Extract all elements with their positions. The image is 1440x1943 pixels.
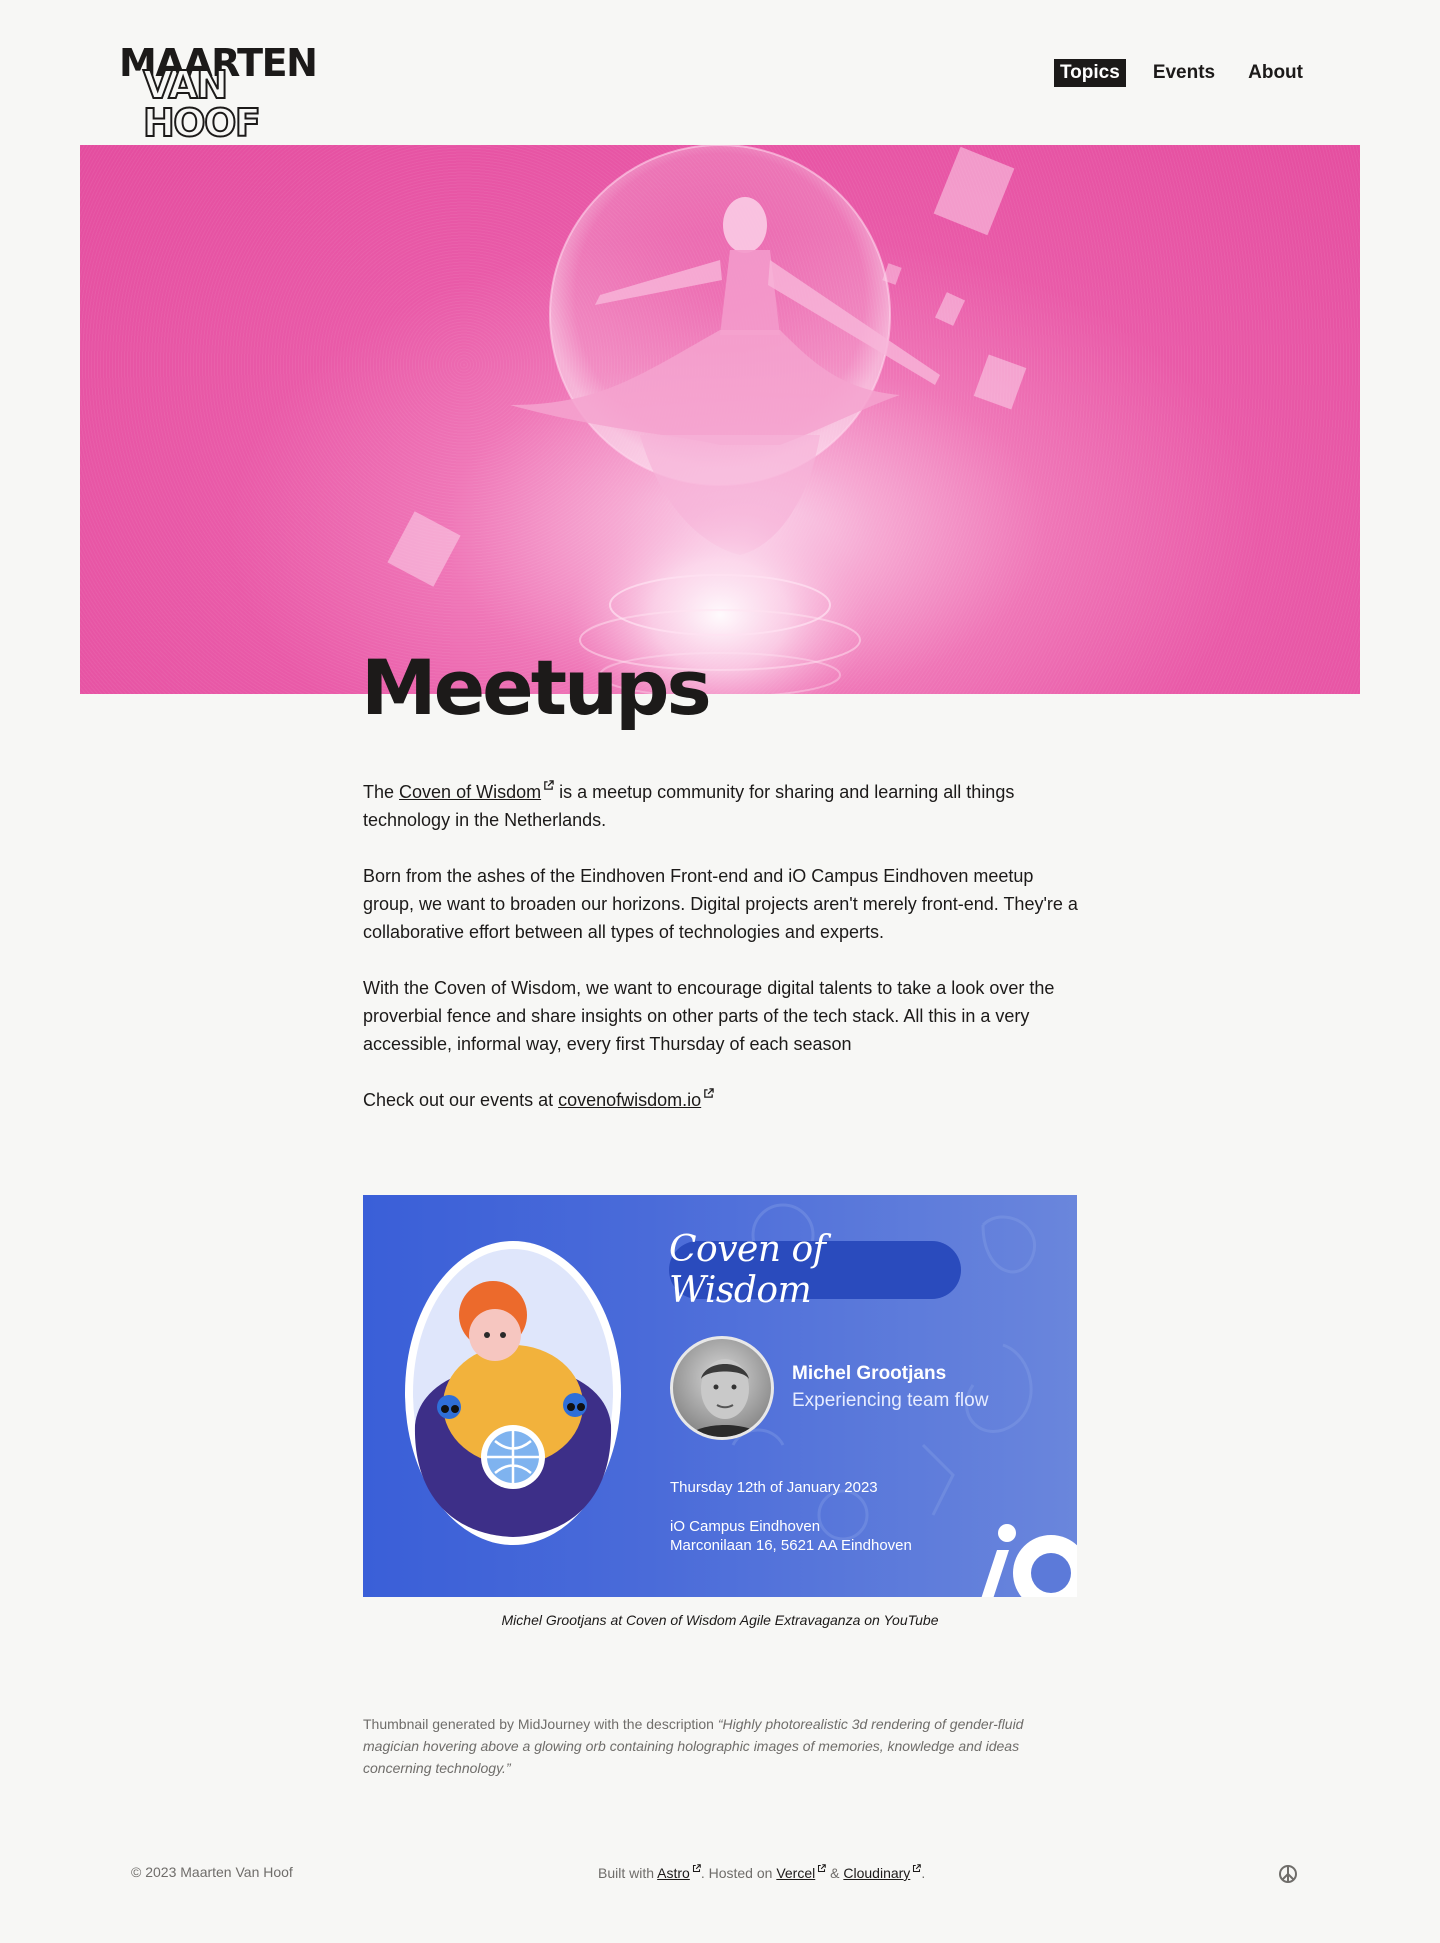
copyright: © 2023 Maarten Van Hoof	[131, 1864, 293, 1880]
coven-link-label: Coven of Wisdom	[399, 782, 542, 802]
footer-period: .	[921, 1865, 926, 1881]
astro-label: Astro	[657, 1865, 690, 1881]
vercel-link[interactable]: Vercel	[776, 1864, 827, 1881]
hero-image	[80, 145, 1360, 694]
io-logo-icon	[981, 1524, 1077, 1597]
main-nav: Topics Events About	[1053, 59, 1309, 87]
nav-topics[interactable]: Topics	[1053, 59, 1126, 87]
page-title: Meetups	[361, 643, 712, 732]
thumbnail-credit: Thumbnail generated by MidJourney with t…	[363, 1713, 1083, 1779]
astro-link[interactable]: Astro	[657, 1864, 701, 1881]
external-link-icon	[704, 1088, 714, 1098]
peace-icon	[1279, 1865, 1297, 1883]
intro-paragraph: The Coven of Wisdom is a meetup communit…	[363, 778, 1083, 834]
event-venue: iO Campus Eindhoven	[670, 1518, 821, 1535]
footer-credits: Built with Astro . Hosted on Vercel & Clo…	[598, 1864, 925, 1881]
events-prefix: Check out our events at	[363, 1090, 559, 1110]
logo-line-2: VAN HOOF	[142, 63, 262, 145]
youtube-video-thumbnail[interactable]: Coven of Wisdom Michel Grootjans Experie…	[363, 1195, 1077, 1597]
external-link-icon	[544, 780, 554, 790]
built-with-text: Built with	[598, 1865, 658, 1881]
article-body: The Coven of Wisdom is a meetup communit…	[363, 778, 1083, 1142]
mission-paragraph: With the Coven of Wisdom, we want to enc…	[363, 978, 1055, 1054]
magician-illustration	[387, 145, 1027, 694]
video-caption: Michel Grootjans at Coven of Wisdom Agil…	[501, 1612, 939, 1628]
history-paragraph: Born from the ashes of the Eindhoven Fro…	[363, 866, 1078, 942]
vercel-label: Vercel	[776, 1865, 816, 1881]
coven-of-wisdom-link[interactable]: Coven of Wisdom	[399, 780, 554, 802]
cloudinary-link[interactable]: Cloudinary	[843, 1864, 922, 1881]
external-link-icon	[913, 1864, 922, 1873]
covenofwisdom-link-label: covenofwisdom.io	[558, 1090, 702, 1110]
event-address: Marconilaan 16, 5621 AA Eindhoven	[670, 1537, 912, 1554]
coven-pill-title: Coven of Wisdom	[669, 1229, 961, 1311]
event-date: Thursday 12th of January 2023	[670, 1479, 878, 1496]
speaker-name: Michel Grootjans	[792, 1363, 947, 1384]
speaker-avatar	[670, 1336, 774, 1440]
cloudinary-label: Cloudinary	[843, 1865, 911, 1881]
talk-title: Experiencing team flow	[792, 1390, 989, 1411]
events-paragraph: Check out our events at covenofwisdom.io	[363, 1086, 1083, 1114]
external-link-icon	[692, 1864, 701, 1873]
covenofwisdom-io-link[interactable]: covenofwisdom.io	[558, 1088, 714, 1110]
intro-prefix: The	[363, 782, 400, 802]
nav-events[interactable]: Events	[1147, 59, 1221, 87]
ampersand-text: &	[826, 1865, 844, 1881]
hosted-on-text: . Hosted on	[700, 1865, 777, 1881]
credit-prefix: Thumbnail generated by MidJourney with t…	[363, 1716, 718, 1732]
external-link-icon	[818, 1864, 827, 1873]
nav-about[interactable]: About	[1242, 59, 1309, 87]
site-logo[interactable]: MAARTEN VAN HOOF	[119, 44, 349, 143]
